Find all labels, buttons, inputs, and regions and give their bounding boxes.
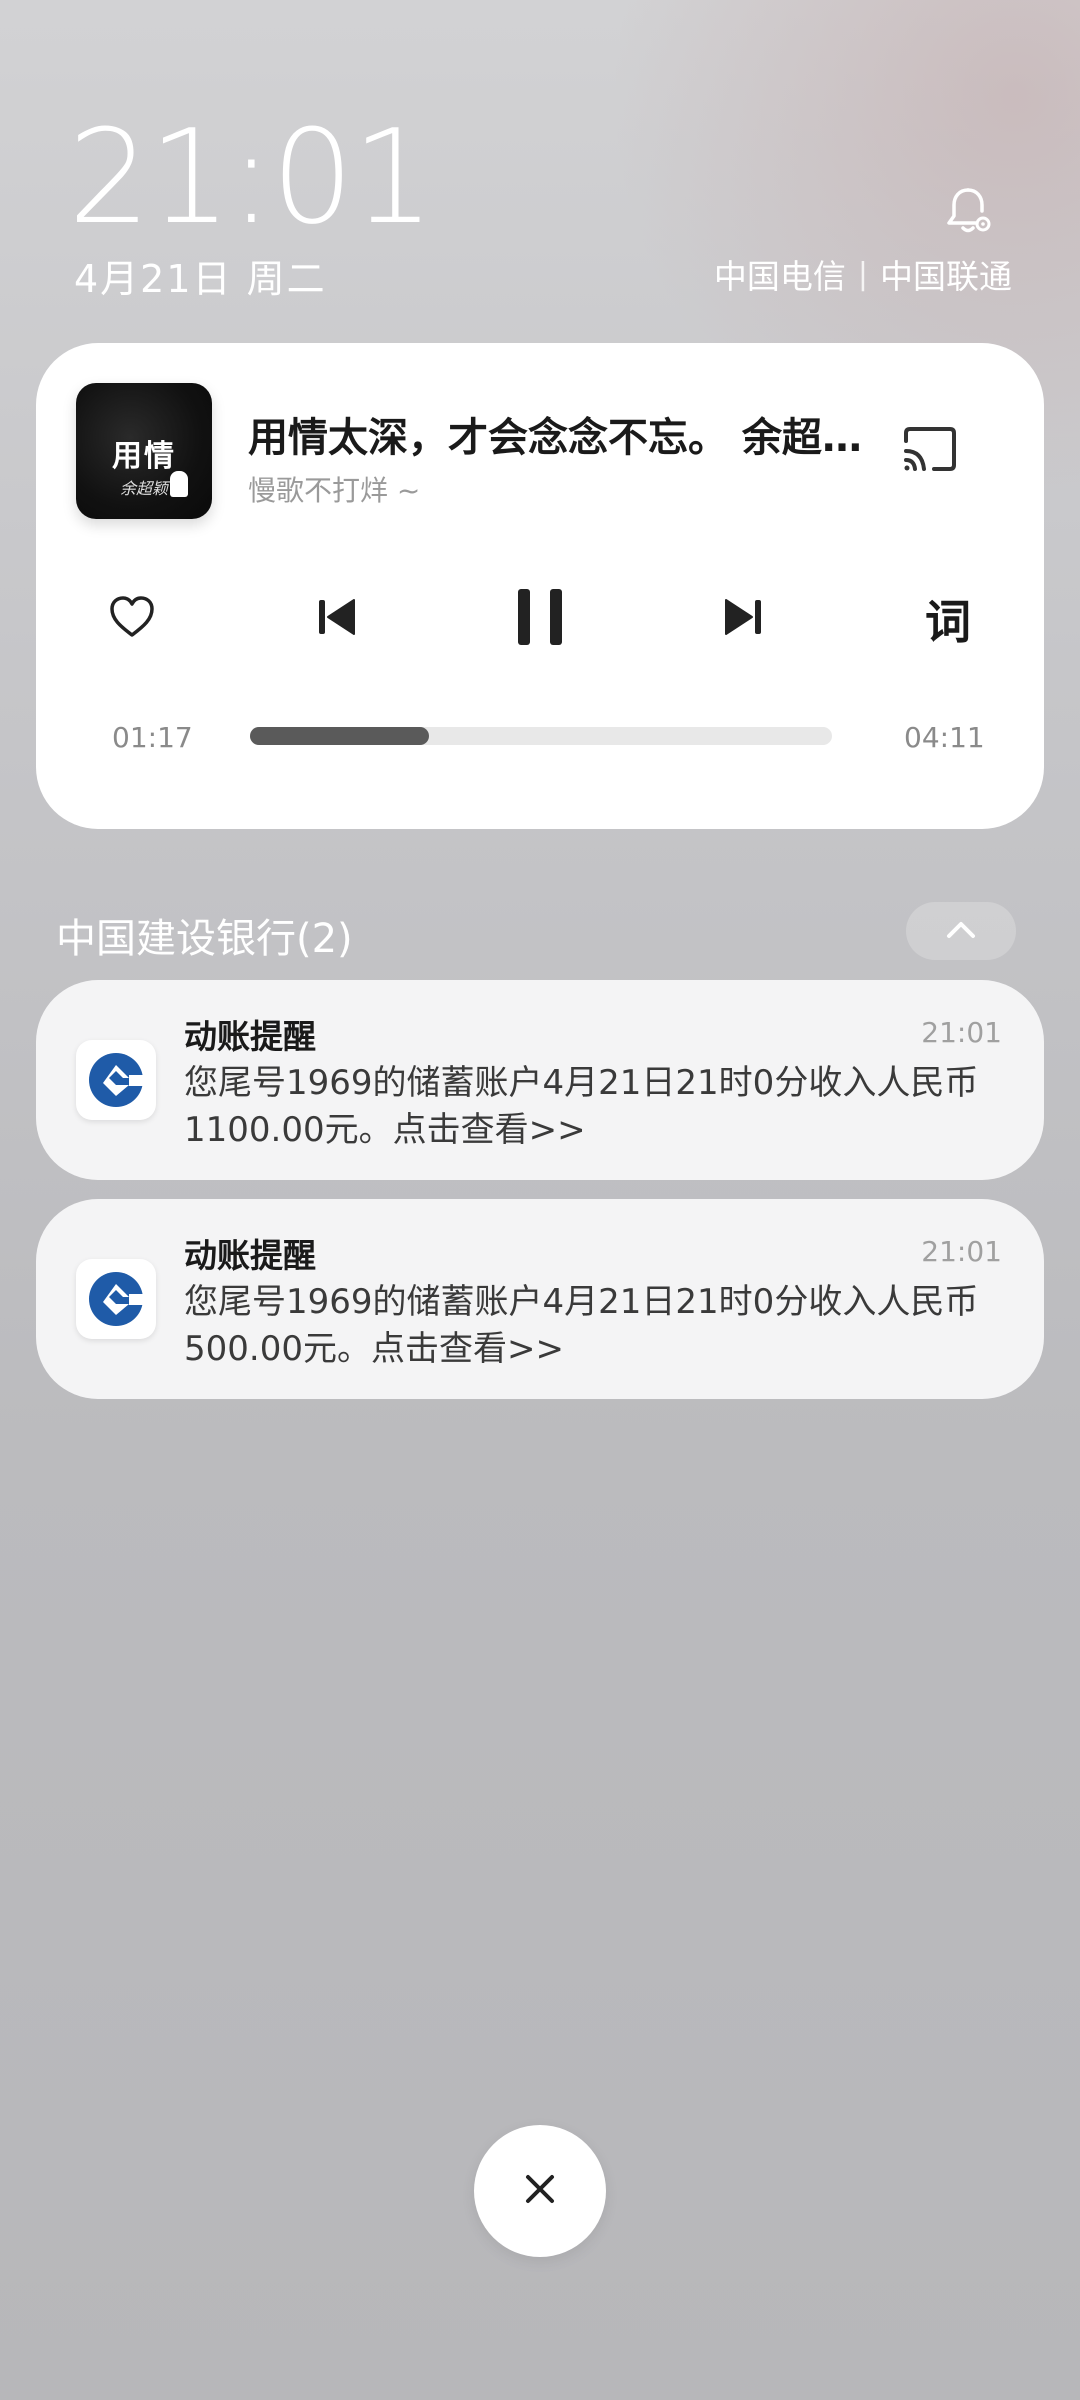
notification-body: 您尾号1969的储蓄账户4月21日21时0分收入人民币1100.00元。点击查看… [184, 1063, 979, 1150]
ccb-logo-icon [76, 1259, 156, 1339]
album-art[interactable]: 用情 余超颖 [76, 383, 212, 519]
album-art-mark [170, 471, 188, 497]
carrier-2: 中国联通 [880, 257, 1012, 296]
notification-time: 21:01 [921, 1016, 1002, 1049]
carrier-info: 中国电信 | 中国联通 [714, 250, 1012, 298]
ccb-logo-icon [76, 1040, 156, 1120]
next-track-button[interactable] [704, 579, 784, 659]
song-artist: 慢歌不打烊 ~ [248, 474, 421, 507]
collapse-group-button[interactable] [906, 902, 1016, 960]
close-icon [518, 2167, 562, 2215]
heart-icon [106, 591, 158, 647]
album-art-subtitle: 余超颖 [120, 479, 169, 498]
skip-next-icon [718, 591, 770, 647]
pause-button[interactable] [500, 579, 580, 659]
notification-title: 动账提醒 [184, 1236, 316, 1275]
clear-notifications-button[interactable] [474, 2125, 606, 2257]
album-art-title: 用情 [112, 439, 176, 474]
notification-title: 动账提醒 [184, 1017, 316, 1056]
notification-group-title: 中国建设银行(2) [56, 916, 353, 962]
progress-bar[interactable] [250, 727, 832, 745]
like-button[interactable] [92, 579, 172, 659]
cast-icon[interactable] [898, 419, 962, 483]
notification-card[interactable]: 动账提醒 21:01 您尾号1969的储蓄账户4月21日21时0分收入人民币50… [36, 1199, 1044, 1399]
lyrics-button[interactable]: 词 [908, 579, 988, 659]
media-player-card[interactable]: 用情 余超颖 用情太深，才会念念不忘。 余超颖《用情》 慢歌不打烊 ~ [36, 343, 1044, 829]
pause-icon [510, 585, 570, 653]
notification-card[interactable]: 动账提醒 21:01 您尾号1969的储蓄账户4月21日21时0分收入人民币11… [36, 980, 1044, 1180]
progress-fill [250, 727, 429, 745]
bell-settings-icon[interactable] [940, 184, 996, 240]
song-title: 用情太深，才会念念不忘。 余超颖《用情》 [248, 415, 868, 461]
skip-previous-icon [310, 591, 362, 647]
notification-time: 21:01 [921, 1235, 1002, 1268]
chevron-up-icon [943, 917, 979, 945]
carrier-1: 中国电信 [713, 257, 846, 296]
lockscreen-clock: 21:01 [68, 101, 435, 253]
carrier-separator: | [857, 256, 868, 292]
lockscreen-date: 4月21日 周二 [74, 257, 327, 301]
notification-body: 您尾号1969的储蓄账户4月21日21时0分收入人民币500.00元。点击查看>… [184, 1282, 979, 1369]
elapsed-time: 01:17 [112, 721, 193, 754]
previous-track-button[interactable] [296, 579, 376, 659]
total-duration: 04:11 [904, 721, 985, 754]
